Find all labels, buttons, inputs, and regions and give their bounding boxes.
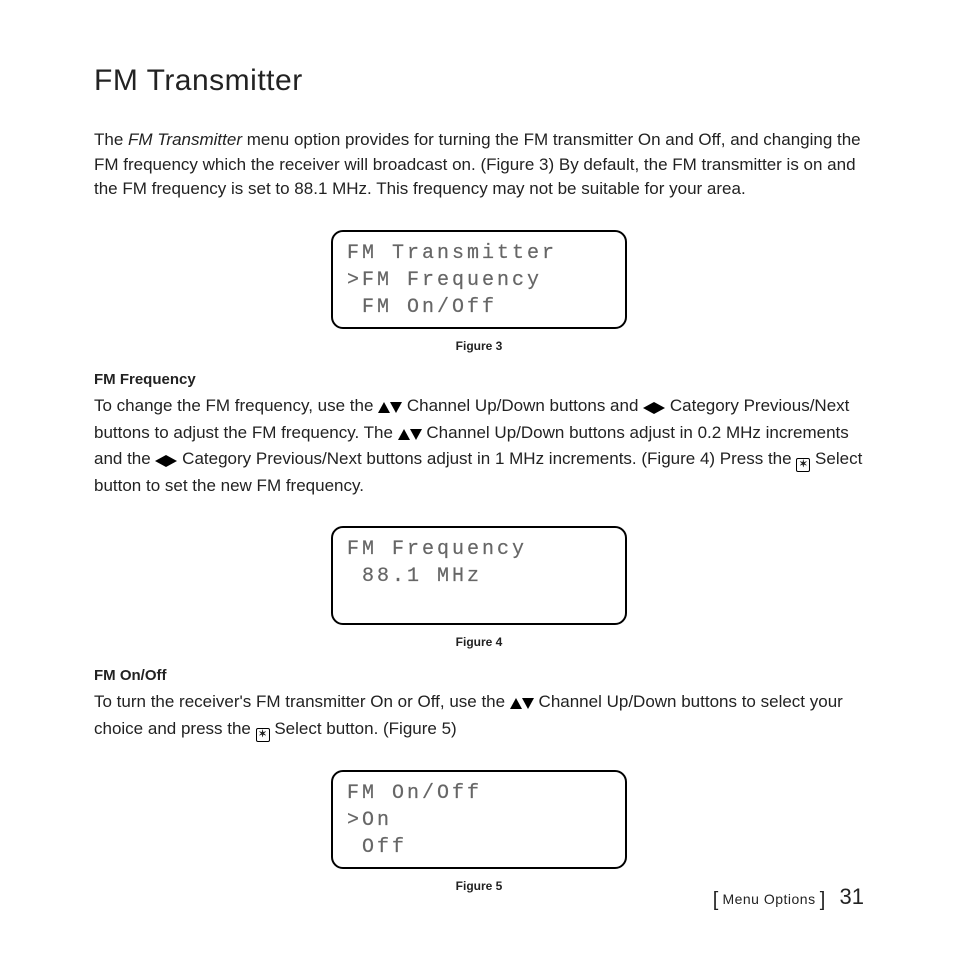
left-right-icon: [643, 396, 665, 421]
bracket-left: [: [713, 889, 719, 911]
footer-section: Menu Options: [722, 891, 815, 907]
lcd-line: FM On/Off: [347, 294, 607, 321]
intro-paragraph: The FM Transmitter menu option provides …: [94, 128, 864, 202]
page-title: FM Transmitter: [94, 64, 864, 98]
bracket-right: ]: [820, 889, 826, 911]
fm-frequency-heading: FM Frequency: [94, 371, 864, 388]
lcd-screen: FM Frequency 88.1 MHz: [331, 526, 627, 625]
text: To change the FM frequency, use the: [94, 396, 378, 415]
figure-5: FM On/Off >On Off: [94, 770, 864, 869]
select-icon: ✶: [256, 728, 270, 742]
figure-3: FM Transmitter >FM Frequency FM On/Off: [94, 230, 864, 329]
lcd-line: 88.1 MHz: [347, 563, 607, 590]
page-number: 31: [840, 884, 864, 909]
up-down-icon: [510, 692, 534, 717]
figure-4: FM Frequency 88.1 MHz: [94, 526, 864, 625]
text: To turn the receiver's FM transmitter On…: [94, 692, 510, 711]
intro-italic: FM Transmitter: [128, 130, 242, 149]
lcd-line: [347, 590, 607, 617]
lcd-line: Off: [347, 834, 607, 861]
text: Select button. (Figure 5): [270, 719, 457, 738]
figure-caption: Figure 3: [94, 339, 864, 353]
lcd-screen: FM Transmitter >FM Frequency FM On/Off: [331, 230, 627, 329]
fm-onoff-heading: FM On/Off: [94, 667, 864, 684]
text: Category Previous/Next buttons adjust in…: [177, 449, 796, 468]
intro-prefix: The: [94, 130, 128, 149]
lcd-line: >On: [347, 807, 607, 834]
figure-caption: Figure 4: [94, 635, 864, 649]
lcd-screen: FM On/Off >On Off: [331, 770, 627, 869]
manual-page: FM Transmitter The FM Transmitter menu o…: [0, 0, 954, 954]
up-down-icon: [398, 423, 422, 448]
fm-onoff-paragraph: To turn the receiver's FM transmitter On…: [94, 690, 864, 742]
lcd-line: FM On/Off: [347, 780, 607, 807]
left-right-icon: [155, 449, 177, 474]
fm-frequency-paragraph: To change the FM frequency, use the Chan…: [94, 394, 864, 499]
up-down-icon: [378, 396, 402, 421]
page-footer: [ Menu Options ] 31: [713, 884, 864, 912]
lcd-line: FM Frequency: [347, 536, 607, 563]
lcd-line: >FM Frequency: [347, 267, 607, 294]
select-icon: ✶: [796, 458, 810, 472]
lcd-line: FM Transmitter: [347, 240, 607, 267]
text: Channel Up/Down buttons and: [402, 396, 643, 415]
